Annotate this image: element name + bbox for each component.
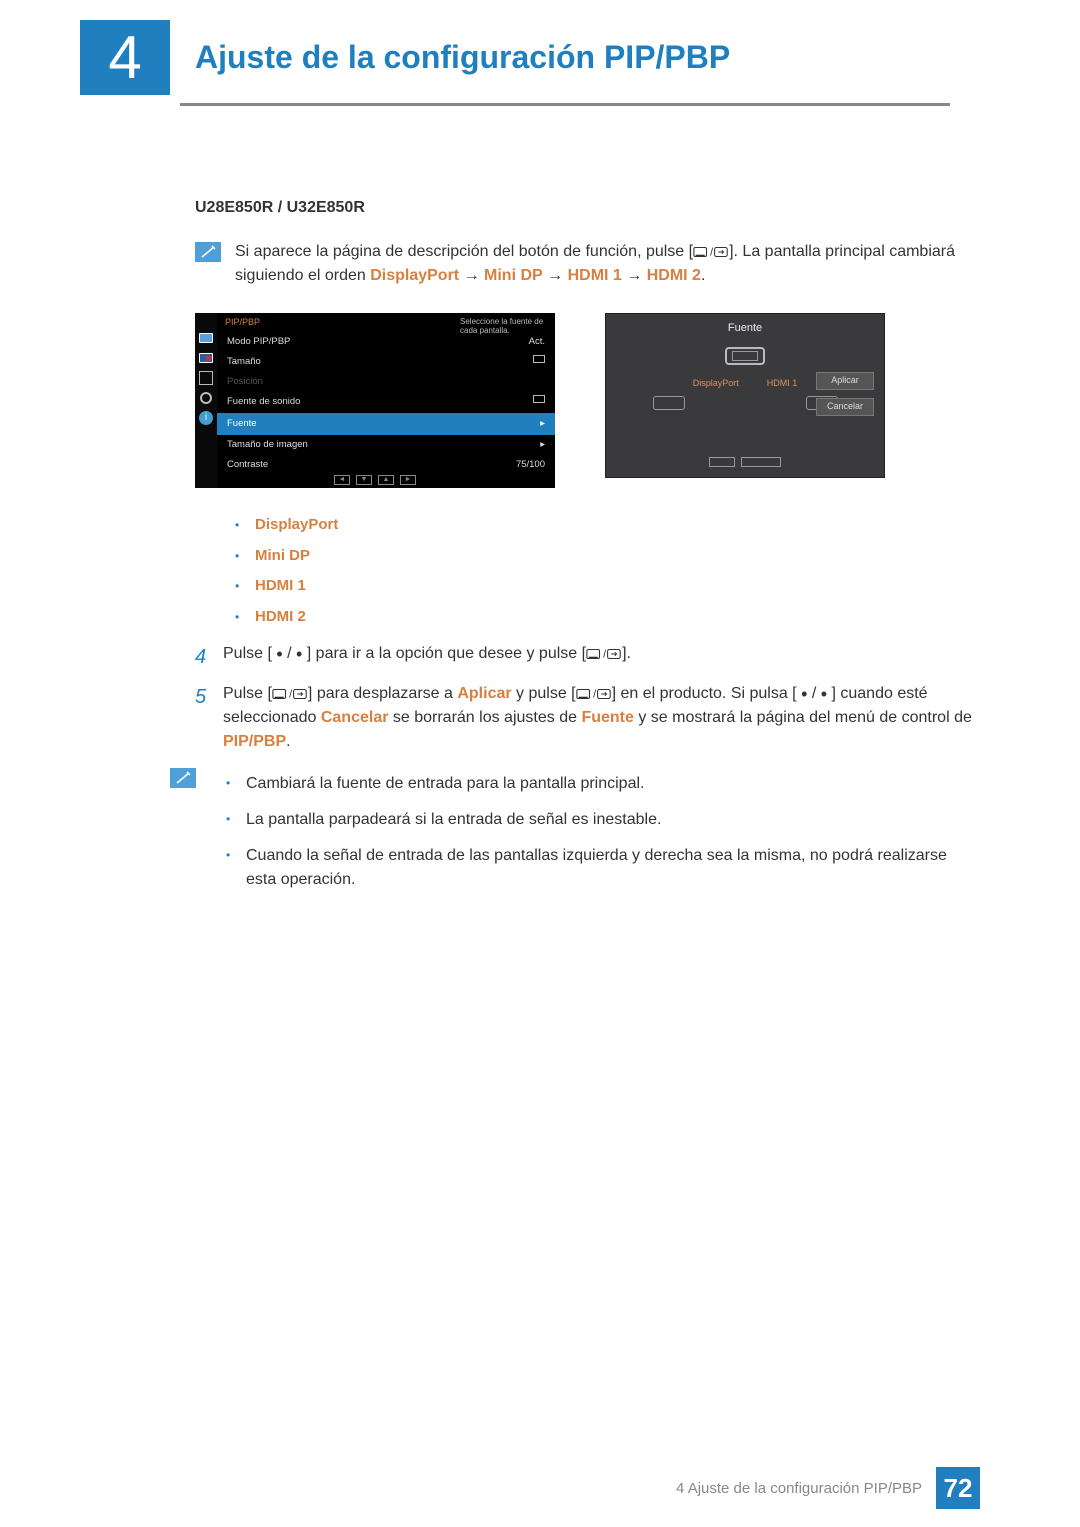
svg-text:/: / — [603, 648, 606, 660]
list-item: Cuando la señal de entrada de las pantal… — [226, 838, 980, 898]
power-source-icon: / — [576, 687, 612, 701]
chevron-right-icon: ▸ — [540, 417, 545, 431]
list-item: HDMI 2 — [255, 608, 306, 625]
monitor-icon — [197, 329, 215, 347]
osd-item-tamano-imagen: Tamaño de imagen▸ — [217, 435, 555, 455]
note-icon — [195, 242, 221, 262]
list-item: Cambiará la fuente de entrada para la pa… — [226, 766, 980, 802]
list-item: HDMI 1 — [255, 577, 306, 594]
osd-item-fuente-sonido: Fuente de sonido — [217, 392, 555, 412]
osd-item-contraste: Contraste75/100 — [217, 455, 555, 475]
info-notes-list: Cambiará la fuente de entrada para la pa… — [226, 766, 980, 898]
svg-text:/: / — [289, 688, 292, 700]
svg-text:/: / — [593, 688, 596, 700]
bottom-ports-icon — [709, 457, 781, 467]
chapter-title: Ajuste de la configuración PIP/PBP — [195, 39, 730, 76]
svg-text:/: / — [710, 246, 713, 258]
monitor-icon — [725, 347, 765, 365]
list-item: La pantalla parpadeará si la entrada de … — [226, 802, 980, 838]
power-source-icon: / — [693, 245, 729, 259]
osd-item-posicion: Posición — [217, 372, 555, 392]
source-dialog-screenshot: Fuente DisplayPort HDMI 1 Aplicar Cancel… — [605, 313, 885, 478]
osd-nav-icons: ◄▼▲► — [334, 475, 416, 485]
port-icon — [653, 396, 685, 410]
power-source-icon: / — [272, 687, 308, 701]
list-item: Mini DP — [255, 547, 310, 564]
chapter-number-badge: 4 — [80, 20, 170, 95]
osd-menu-screenshot: i PIP/PBP Modo PIP/PBPAct. Tamaño Posici… — [195, 313, 555, 488]
arrows-icon — [197, 369, 215, 387]
size-icon — [533, 355, 545, 363]
footer-text: 4 Ajuste de la configuración PIP/PBP — [676, 1480, 922, 1497]
sound-source-icon — [533, 395, 545, 403]
osd-hint: Seleccione la fuente de cada pantalla. — [460, 318, 550, 336]
src-dialog-title: Fuente — [606, 314, 884, 341]
src-label-dp: DisplayPort — [693, 377, 739, 391]
osd-item-tamano: Tamaño — [217, 352, 555, 372]
model-heading: U28E850R / U32E850R — [195, 196, 980, 220]
power-source-icon: / — [586, 647, 622, 661]
page-number: 72 — [936, 1467, 980, 1509]
gear-icon — [197, 389, 215, 407]
note-icon — [170, 768, 196, 788]
step-5: 5 Pulse [/] para desplazarse a Aplicar y… — [195, 682, 980, 754]
list-item: DisplayPort — [255, 516, 338, 533]
apply-button: Aplicar — [816, 372, 874, 390]
step-4: 4 Pulse [ • / • ] para ir a la opción qu… — [195, 642, 980, 672]
info-icon: i — [197, 409, 215, 427]
sources-bullet-list: DisplayPort Mini DP HDMI 1 HDMI 2 — [235, 510, 980, 632]
osd-item-fuente: Fuente▸ — [217, 413, 555, 435]
note-text: Si aparece la página de descripción del … — [235, 240, 980, 288]
cancel-button: Cancelar — [816, 398, 874, 416]
chevron-right-icon: ▸ — [540, 438, 545, 452]
src-label-hdmi1: HDMI 1 — [767, 377, 798, 391]
pip-icon — [197, 349, 215, 367]
